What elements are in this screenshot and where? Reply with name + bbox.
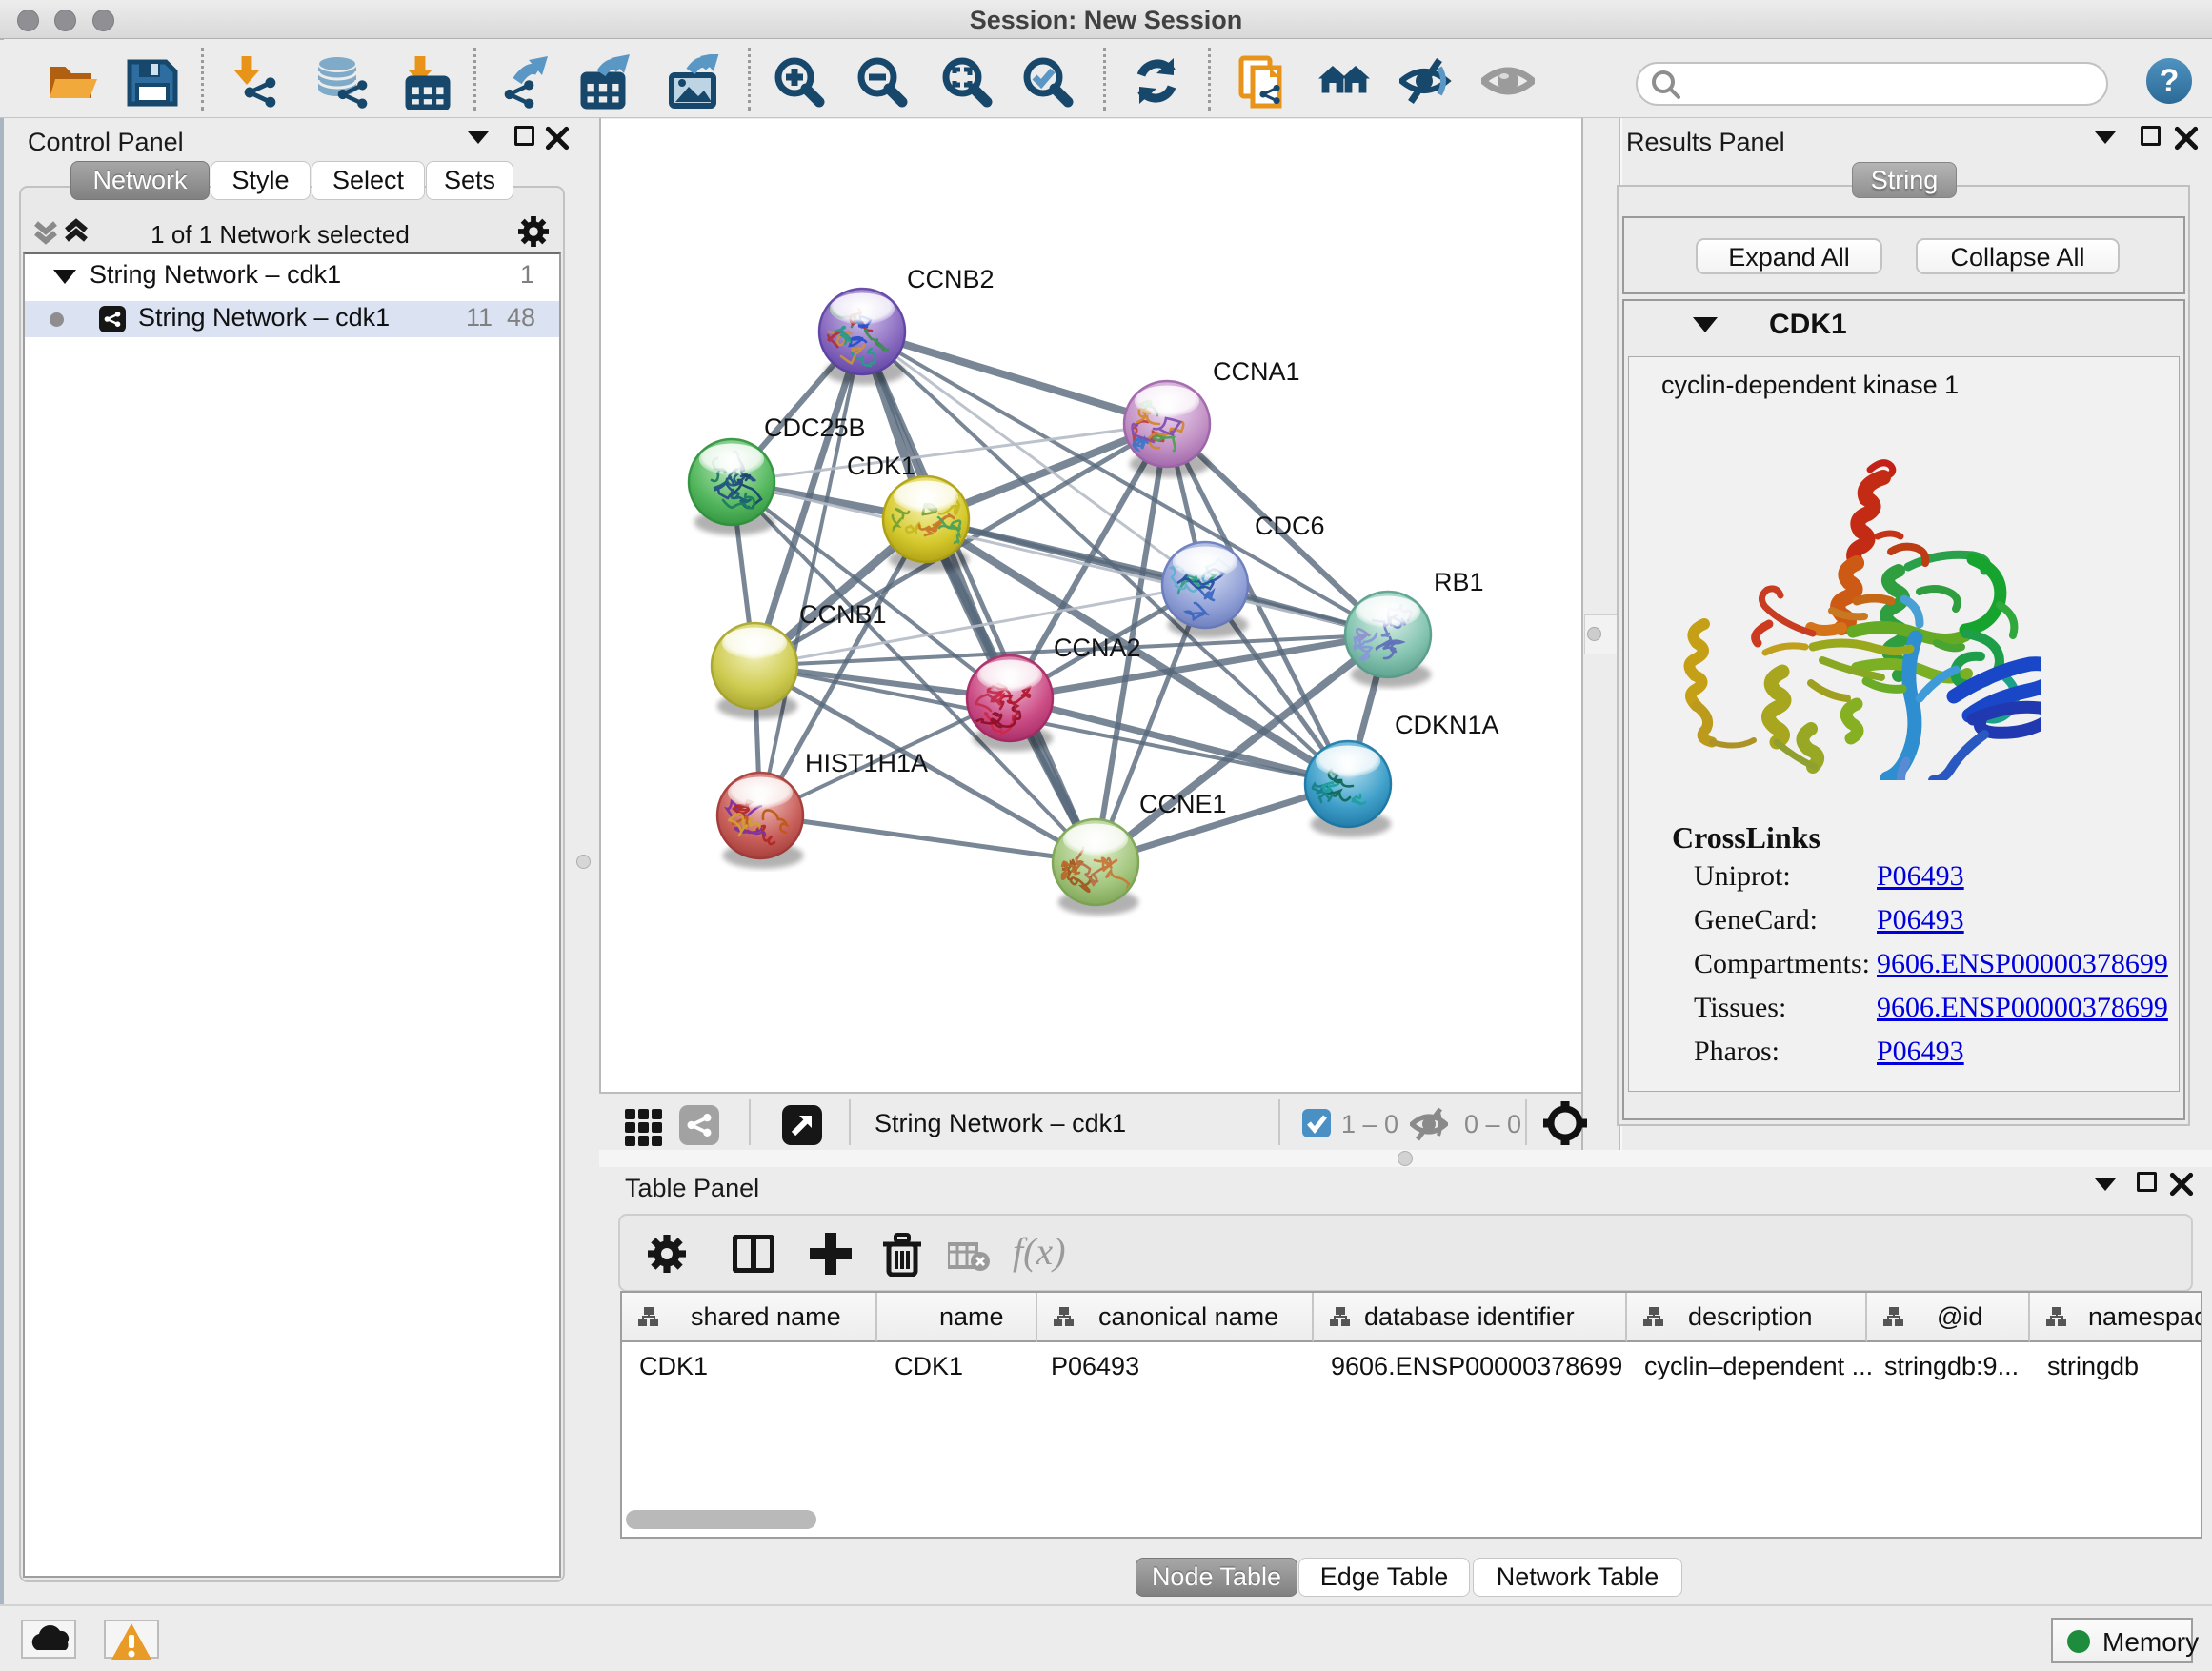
svg-text:CCNA2: CCNA2 bbox=[1054, 634, 1141, 662]
svg-text:CDKN1A: CDKN1A bbox=[1395, 711, 1499, 739]
svg-text:RB1: RB1 bbox=[1434, 568, 1484, 596]
svg-text:CDC25B: CDC25B bbox=[764, 413, 866, 442]
svg-text:CDK1: CDK1 bbox=[847, 452, 915, 480]
svg-text:CDC6: CDC6 bbox=[1255, 512, 1325, 540]
svg-text:CCNB2: CCNB2 bbox=[907, 265, 995, 293]
svg-text:HIST1H1A: HIST1H1A bbox=[805, 749, 928, 777]
svg-text:CCNA1: CCNA1 bbox=[1213, 357, 1300, 386]
svg-text:CCNE1: CCNE1 bbox=[1139, 790, 1227, 818]
svg-text:CCNB1: CCNB1 bbox=[799, 600, 887, 629]
